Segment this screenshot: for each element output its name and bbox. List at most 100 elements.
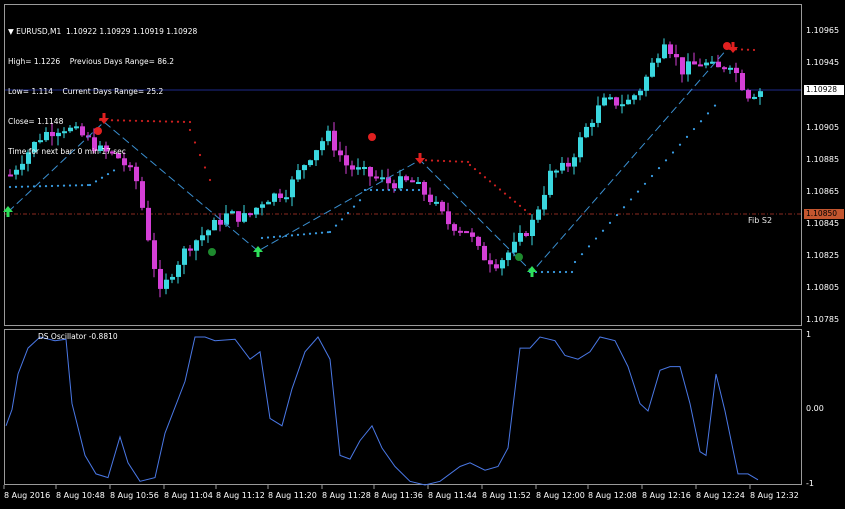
menu-triangle-icon[interactable]: ▼ <box>8 27 16 36</box>
support-dot <box>608 221 612 224</box>
support-dot <box>573 260 577 264</box>
resistance-dot <box>488 180 492 183</box>
candle <box>266 201 271 205</box>
candle <box>494 264 499 269</box>
candle <box>158 268 163 289</box>
resistance-dot <box>424 159 428 162</box>
candle <box>218 219 223 225</box>
resistance-dot <box>442 159 446 163</box>
support-dot <box>601 229 605 232</box>
candle <box>182 248 187 265</box>
candle <box>404 176 409 181</box>
candle <box>686 61 691 75</box>
candle <box>332 130 337 151</box>
support-dot <box>296 233 300 236</box>
osc-tick: 1 <box>806 330 811 339</box>
support-dot <box>570 270 574 274</box>
price-tick: 1.10965 <box>806 26 839 35</box>
candle <box>620 104 625 107</box>
resistance-dot <box>746 48 750 51</box>
candle <box>152 240 157 269</box>
support-dot <box>26 185 30 188</box>
support-dot <box>411 188 415 192</box>
support-dot <box>88 183 92 187</box>
time-tick: 8 Aug 12:00 <box>536 491 585 500</box>
support-dot <box>706 112 710 115</box>
candle <box>410 180 415 183</box>
candle <box>230 211 235 214</box>
support-dot <box>278 235 282 238</box>
candle <box>584 126 589 138</box>
price-tick: 1.10825 <box>806 251 839 260</box>
support-dot <box>94 180 98 183</box>
candle <box>338 150 343 156</box>
candle <box>698 64 703 67</box>
candle <box>194 240 199 251</box>
down-arrow-icon <box>415 153 425 164</box>
support-dot <box>678 143 682 146</box>
candle <box>290 179 295 198</box>
support-dot <box>74 184 78 187</box>
candle <box>254 207 259 215</box>
candle <box>374 176 379 179</box>
support-dot <box>320 231 324 234</box>
support-dot <box>86 183 90 187</box>
resistance-dot <box>198 153 202 157</box>
support-dot <box>657 167 661 170</box>
candle <box>344 155 349 166</box>
time-tick: 8 Aug 2016 <box>4 491 50 500</box>
support-dot <box>387 188 391 192</box>
candle <box>212 219 217 231</box>
osc-tick: -1 <box>806 479 814 488</box>
candle <box>392 183 397 189</box>
candle <box>500 260 505 269</box>
candle <box>614 97 619 106</box>
candle <box>260 204 265 208</box>
candle <box>638 90 643 96</box>
candle <box>446 211 451 225</box>
support-dot <box>14 185 18 188</box>
support-dot <box>552 270 556 274</box>
close-label: Close= 1.1148 <box>8 117 64 126</box>
oscillator-label: DS Oscillator -0.8810 <box>38 332 118 341</box>
candle <box>734 67 739 74</box>
price-tick: 1.10885 <box>806 155 839 164</box>
support-dot <box>38 185 42 188</box>
time-tick: 8 Aug 10:56 <box>110 491 159 500</box>
candle <box>398 176 403 189</box>
support-dot <box>328 230 332 234</box>
candle <box>530 219 535 237</box>
candle <box>596 105 601 123</box>
resistance-dot <box>466 160 470 164</box>
candle <box>458 230 463 233</box>
price-tick: 1.10785 <box>806 315 839 324</box>
support-dot <box>56 184 60 187</box>
support-dot <box>405 188 409 192</box>
time-tick: 8 Aug 12:32 <box>750 491 799 500</box>
chart-window: 1.10965 1.10945 1.10905 1.10885 1.10865 … <box>0 0 845 509</box>
support-dot <box>44 185 48 188</box>
oscillator-line <box>5 336 759 486</box>
candle <box>284 197 289 200</box>
candle <box>656 58 661 63</box>
time-tick: 8 Aug 10:48 <box>56 491 105 500</box>
candle <box>572 157 577 167</box>
candle <box>566 162 571 167</box>
candle <box>758 91 763 97</box>
candle <box>512 241 517 253</box>
support-dot <box>302 233 306 236</box>
candle <box>542 194 547 210</box>
signal-dot-green <box>515 253 523 261</box>
price-tick: 1.10945 <box>806 58 839 67</box>
symbol-info-panel: ▼ EURUSD,M1 1.10922 1.10929 1.10919 1.10… <box>8 7 197 177</box>
candle <box>548 170 553 195</box>
resistance-dot <box>498 188 502 191</box>
support-dot <box>594 237 598 240</box>
support-dot <box>375 188 379 192</box>
candle <box>662 44 667 59</box>
support-dot <box>369 188 373 192</box>
time-tick: 8 Aug 11:12 <box>216 491 265 500</box>
candle <box>296 170 301 180</box>
candle <box>188 248 193 251</box>
signal-dot-red <box>723 42 731 50</box>
